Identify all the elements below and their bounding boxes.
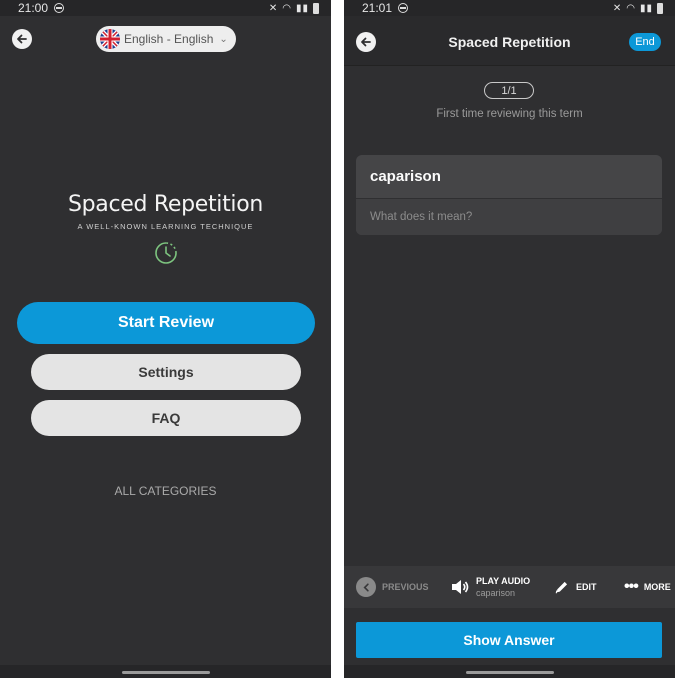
page-title: Spaced Repetition	[448, 34, 571, 50]
dnd-icon	[54, 3, 65, 13]
mute-icon: ✕	[612, 2, 623, 14]
signal-icon: ▮▮	[295, 2, 309, 14]
previous-label: PREVIOUS	[382, 582, 429, 592]
flashcard: caparison What does it mean?	[356, 155, 662, 235]
review-header: Spaced Repetition End	[344, 16, 675, 66]
speaker-icon	[452, 580, 469, 594]
edit-label: EDIT	[576, 582, 597, 592]
back-button[interactable]	[12, 29, 32, 49]
dnd-icon	[398, 3, 409, 13]
review-screen: 21:01 ✕ ◠ ▮▮ Spaced Repetition End 1/1 F…	[344, 0, 675, 678]
pencil-icon	[555, 581, 568, 594]
faq-button[interactable]: FAQ	[31, 400, 301, 436]
card-toolbar: PREVIOUS PLAY AUDIO caparison EDIT ••• M…	[344, 566, 675, 608]
wifi-icon: ◠	[282, 2, 292, 14]
battery-icon	[657, 2, 663, 14]
review-note: First time reviewing this term	[436, 108, 583, 120]
back-arrow-icon	[17, 34, 27, 44]
play-audio-button[interactable]: PLAY AUDIO caparison	[450, 566, 530, 608]
status-bar: 21:01 ✕ ◠ ▮▮	[344, 0, 675, 16]
previous-arrow-icon	[356, 577, 376, 597]
review-counter: 1/1	[484, 82, 534, 99]
clock-icon	[155, 242, 177, 264]
signal-icon: ▮▮	[639, 2, 653, 14]
home-gesture-bar[interactable]	[465, 671, 554, 674]
status-time: 21:00	[18, 1, 49, 15]
language-label: English - English	[124, 32, 214, 46]
start-review-button[interactable]: Start Review	[17, 302, 315, 344]
main-menu-screen: 21:00 ✕ ◠ ▮▮ English - English ⌄ Spaced …	[0, 0, 331, 678]
play-audio-term: caparison	[476, 588, 516, 598]
previous-button[interactable]: PREVIOUS	[356, 566, 429, 608]
app-subtitle: A WELL-KNOWN LEARNING TECHNIQUE	[77, 222, 254, 231]
mute-icon: ✕	[268, 2, 279, 14]
more-dots-icon: •••	[624, 578, 639, 595]
edit-button[interactable]: EDIT	[554, 566, 597, 608]
more-label: MORE	[643, 582, 671, 592]
wifi-icon: ◠	[626, 2, 636, 14]
chevron-down-icon: ⌄	[219, 33, 228, 45]
status-bar: 21:00 ✕ ◠ ▮▮	[0, 0, 331, 16]
status-time: 21:01	[362, 1, 393, 15]
play-audio-label: PLAY AUDIO	[476, 576, 531, 586]
card-meaning-placeholder: What does it mean?	[356, 199, 662, 235]
all-categories-link[interactable]: ALL CATEGORIES	[0, 484, 331, 498]
language-selector[interactable]: English - English ⌄	[96, 26, 236, 52]
home-gesture-bar[interactable]	[121, 671, 210, 674]
app-title: Spaced Repetition	[67, 192, 264, 217]
battery-icon	[313, 2, 319, 14]
more-button[interactable]: ••• MORE	[624, 566, 671, 608]
uk-flag-icon	[100, 29, 120, 49]
show-answer-button[interactable]: Show Answer	[356, 622, 662, 658]
settings-button[interactable]: Settings	[31, 354, 301, 390]
card-term: caparison	[356, 155, 662, 199]
end-button[interactable]: End	[629, 33, 661, 51]
